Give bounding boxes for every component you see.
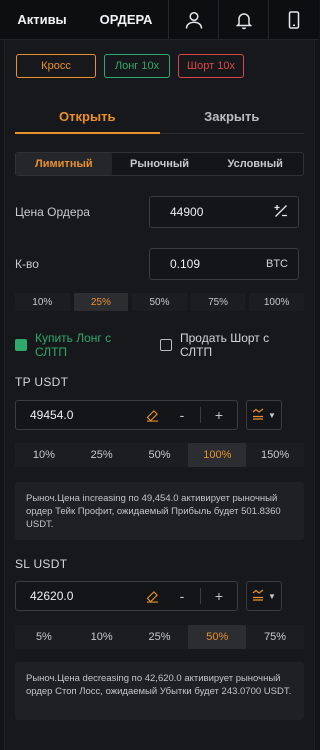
margin-chips: Кросс Лонг 10x Шорт 10x <box>16 54 244 78</box>
tp-percent-option[interactable]: 50% <box>130 443 189 467</box>
qty-percent-option[interactable]: 75% <box>190 293 246 311</box>
qty-label: К-во <box>15 257 39 271</box>
order-type-market[interactable]: Рыночный <box>112 153 208 175</box>
tp-percent-option[interactable]: 100% <box>188 443 247 467</box>
qty-percent-option[interactable]: 50% <box>132 293 187 311</box>
open-close-tabs: Открыть Закрыть <box>15 100 304 134</box>
sell-short-label[interactable]: Продать Шорт с СЛТП <box>180 331 304 359</box>
order-type-conditional[interactable]: Условный <box>207 153 303 175</box>
sl-note: Рыноч.Цена decreasing по 42,620.0 активи… <box>15 662 304 720</box>
tp-trigger-selector[interactable]: ▼ <box>246 400 282 430</box>
sl-increase-button[interactable]: + <box>201 588 237 604</box>
qty-unit: BTC <box>266 258 288 270</box>
qty-value: 0.109 <box>170 257 201 271</box>
qty-percent-option[interactable]: 10% <box>15 293 70 311</box>
sl-value: 42620.0 <box>30 589 74 603</box>
tp-decrease-button[interactable]: - <box>164 407 200 423</box>
qty-row: К-во 0.109 BTC <box>15 248 304 280</box>
sl-percent-option[interactable]: 5% <box>15 625 73 649</box>
tab-open[interactable]: Открыть <box>15 100 160 134</box>
sl-input[interactable]: 42620.0 - + <box>15 581 238 611</box>
sl-percent-option[interactable]: 75% <box>246 625 304 649</box>
eraser-icon[interactable] <box>140 409 164 422</box>
price-row: Цена Ордера 44900 <box>15 196 304 228</box>
chevron-down-icon: ▼ <box>268 591 276 601</box>
trigger-icon <box>252 408 264 423</box>
top-nav: Активы ОРДЕРА <box>0 0 319 40</box>
price-input[interactable]: 44900 <box>149 196 299 228</box>
bell-icon[interactable] <box>218 0 268 39</box>
tp-increase-button[interactable]: + <box>201 407 237 423</box>
sl-percent-option[interactable]: 25% <box>130 625 189 649</box>
sl-percent-option[interactable]: 50% <box>188 625 247 649</box>
tp-value: 49454.0 <box>30 408 74 422</box>
mobile-icon[interactable] <box>268 0 318 39</box>
tp-percent-option[interactable]: 150% <box>246 443 304 467</box>
order-panel: Кросс Лонг 10x Шорт 10x Открыть Закрыть … <box>4 40 315 750</box>
tp-percent-row: 10% 25% 50% 100% 150% <box>15 443 304 467</box>
sl-label: SL USDT <box>15 557 68 571</box>
short-leverage-button[interactable]: Шорт 10x <box>178 54 244 78</box>
tp-row: 49454.0 - + ▼ <box>15 400 304 430</box>
buy-long-label[interactable]: Купить Лонг с СЛТП <box>35 331 146 359</box>
user-icon[interactable] <box>168 0 218 39</box>
tp-note: Рыноч.Цена increasing по 49,454.0 активи… <box>15 482 304 540</box>
sl-row: 42620.0 - + ▼ <box>15 581 304 611</box>
sl-percent-row: 5% 10% 25% 50% 75% <box>15 625 304 649</box>
sl-percent-option[interactable]: 10% <box>72 625 131 649</box>
tab-orders[interactable]: ОРДЕРА <box>84 0 168 39</box>
order-type-limit[interactable]: Лимитный <box>16 153 112 175</box>
sl-trigger-selector[interactable]: ▼ <box>246 581 282 611</box>
tab-close[interactable]: Закрыть <box>159 100 304 134</box>
chevron-down-icon: ▼ <box>268 410 276 420</box>
sl-decrease-button[interactable]: - <box>164 588 200 604</box>
price-label: Цена Ордера <box>15 205 90 219</box>
price-value: 44900 <box>170 205 204 219</box>
eraser-icon[interactable] <box>140 590 164 603</box>
buy-long-checkbox[interactable] <box>15 339 27 351</box>
long-leverage-button[interactable]: Лонг 10x <box>104 54 170 78</box>
tp-percent-option[interactable]: 10% <box>15 443 73 467</box>
plus-minus-icon[interactable] <box>274 204 288 221</box>
cross-margin-button[interactable]: Кросс <box>16 54 96 78</box>
sell-short-checkbox[interactable] <box>160 339 172 351</box>
trigger-icon <box>252 589 264 604</box>
qty-percent-row: 10% 25% 50% 75% 100% <box>15 293 304 311</box>
tp-label: TP USDT <box>15 375 69 389</box>
tp-input[interactable]: 49454.0 - + <box>15 400 238 430</box>
order-type-selector: Лимитный Рыночный Условный <box>15 152 304 176</box>
qty-percent-option[interactable]: 25% <box>73 293 129 311</box>
qty-percent-option[interactable]: 100% <box>249 293 304 311</box>
qty-input[interactable]: 0.109 BTC <box>149 248 299 280</box>
tab-assets[interactable]: Активы <box>0 0 84 39</box>
tp-percent-option[interactable]: 25% <box>72 443 131 467</box>
tpsl-checkboxes: Купить Лонг с СЛТП Продать Шорт с СЛТП <box>15 331 304 359</box>
